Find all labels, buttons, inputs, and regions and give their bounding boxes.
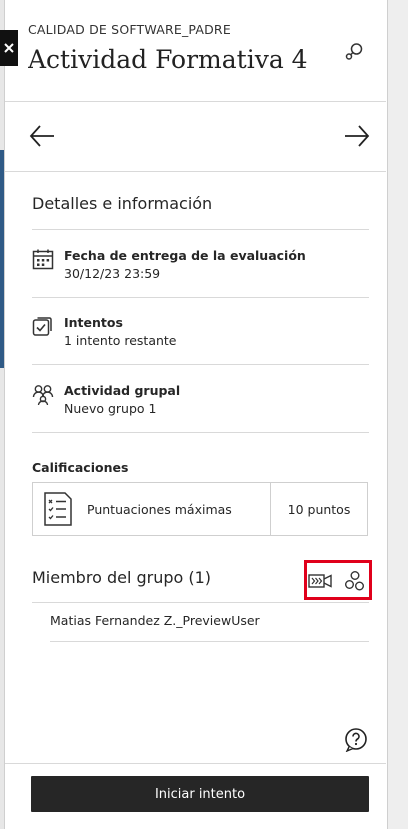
divider [50,641,369,642]
group-activity-label: Actividad grupal [64,383,181,398]
max-score-label: Puntuaciones máximas [87,501,232,517]
group-members-icon[interactable] [343,570,367,592]
previous-arrow-icon[interactable] [28,122,56,150]
activity-details-panel [4,0,388,829]
group-member-name: Matias Fernandez Z._PreviewUser [50,613,260,628]
nav-divider [5,171,386,172]
max-score-label-cell: Puntuaciones máximas [33,483,271,535]
grades-title: Calificaciones [32,460,129,475]
group-icon [32,385,54,405]
group-members-title: Miembro del grupo (1) [32,568,212,587]
attempts-icon [32,317,52,336]
attempts-label: Intentos [64,315,123,330]
next-arrow-icon[interactable] [343,122,371,150]
close-icon [4,43,14,53]
page-title: Actividad Formativa 4 [28,45,308,74]
course-name: CALIDAD DE SOFTWARE_PADRE [28,22,231,37]
rubric-list-icon [44,492,72,526]
search-icon[interactable] [342,40,366,64]
divider [32,602,369,603]
background-page-right [386,0,408,829]
divider [32,364,369,365]
start-attempt-button[interactable]: Iniciar intento [31,776,369,812]
attempts-value: 1 intento restante [64,333,177,348]
video-conference-icon[interactable] [308,570,332,592]
details-section-title: Detalles e información [32,194,213,213]
divider [32,229,369,230]
footer-divider [5,763,386,764]
header-divider [5,101,386,102]
calendar-icon [32,249,54,270]
panel-header: CALIDAD DE SOFTWARE_PADRE Actividad Form… [28,22,368,74]
divider [32,297,369,298]
max-score-row: Puntuaciones máximas 10 puntos [32,482,368,536]
max-score-value: 10 puntos [287,501,351,517]
due-date-value: 30/12/23 23:59 [64,266,161,281]
close-panel-button[interactable] [0,30,18,66]
help-icon[interactable] [344,728,368,752]
due-date-label: Fecha de entrega de la evaluación [64,248,306,263]
group-activity-value: Nuevo grupo 1 [64,401,157,416]
divider [32,432,369,433]
